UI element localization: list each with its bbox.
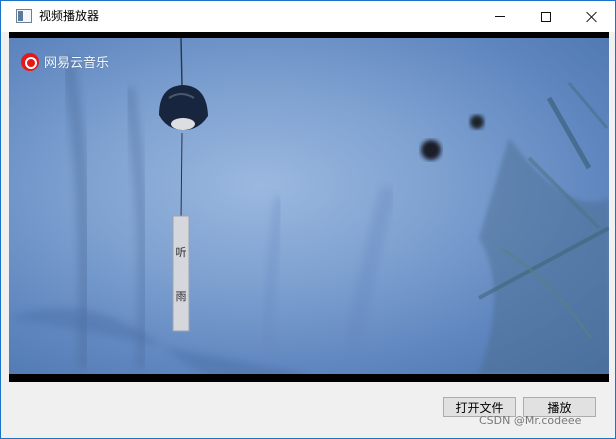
- maximize-button[interactable]: [523, 1, 569, 32]
- credit-watermark: CSDN @Mr.codeee: [479, 414, 582, 427]
- maximize-icon: [541, 11, 551, 22]
- video-frame[interactable]: 听 雨 网易云音乐: [9, 38, 609, 374]
- app-window-icon: [16, 9, 32, 23]
- subtitle-char-2: 雨: [176, 290, 187, 303]
- minimize-button[interactable]: [477, 1, 523, 32]
- close-icon: [586, 11, 598, 23]
- watermark: 网易云音乐: [21, 52, 109, 71]
- title-bar[interactable]: 视频播放器: [1, 1, 615, 32]
- subtitle-char-1: 听: [176, 246, 187, 259]
- bottom-toolbar: 打开文件 播放 CSDN @Mr.codeee: [1, 382, 615, 438]
- netease-music-icon: [21, 52, 39, 71]
- minimize-icon: [495, 16, 505, 17]
- watermark-text: 网易云音乐: [44, 56, 110, 71]
- video-scene: 听 雨: [9, 38, 609, 374]
- window-title: 视频播放器: [39, 9, 100, 23]
- video-display[interactable]: 听 雨 网易云音乐: [9, 32, 609, 382]
- video-player-window: 视频播放器 听 雨 网易云音乐 打开文件 播放 CSDN @Mr.codeee: [0, 0, 616, 439]
- close-button[interactable]: [569, 1, 615, 32]
